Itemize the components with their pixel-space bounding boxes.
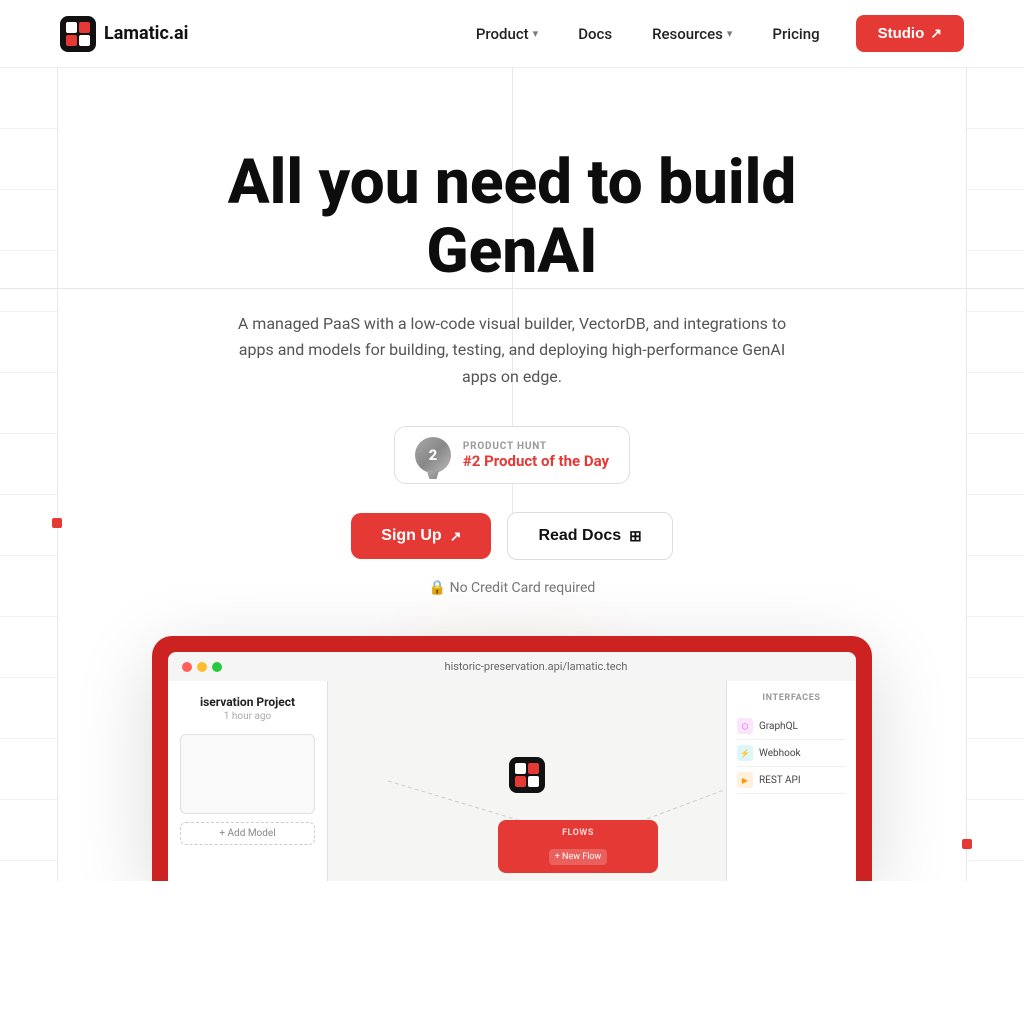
logo-text: Lamatic.ai [104,23,188,44]
app-breadcrumb: historic-preservation.api/lamatic.tech [230,660,842,673]
add-model-button[interactable]: + Add Model [180,822,315,845]
ph-text: PRODUCT HUNT #2 Product of the Day [463,441,609,470]
book-icon: ⊞ [629,527,642,545]
webhook-label: Webhook [759,748,801,759]
studio-button[interactable]: Studio ↗ [856,15,964,52]
project-name: iservation Project [180,695,315,709]
api-icon: ▶ [737,772,753,788]
hero-title: All you need to build GenAI [162,148,862,287]
product-hunt-badge[interactable]: 2 PRODUCT HUNT #2 Product of the Day [394,426,630,484]
api-label: REST API [759,775,801,786]
ph-medal-icon: 2 [415,437,451,473]
red-dot-right [962,839,972,849]
grid-h-line-left [0,288,520,289]
graphql-label: GraphQL [759,721,798,732]
interface-item-3: ▶ REST API [737,767,846,794]
app-topbar: historic-preservation.api/lamatic.tech [168,652,856,681]
ph-eyebrow: PRODUCT HUNT [463,441,547,452]
navbar: Lamatic.ai Product ▾ Docs Resources ▾ Pr… [0,0,1024,68]
no-credit-card-text: 🔒 No Credit Card required [429,580,596,596]
logo-icon [60,16,96,52]
graphql-icon: ⬡ [737,718,753,734]
expand-dot [212,662,222,672]
interfaces-title: INTERFACES [737,693,846,703]
minimize-dot [197,662,207,672]
webhook-icon: ⚡ [737,745,753,761]
hero-subtitle: A managed PaaS with a low-code visual bu… [222,311,802,390]
arrow-icon: ↗ [930,25,942,42]
app-canvas: FLOWS + New Flow [328,681,726,881]
mockup-frame: historic-preservation.api/lamatic.tech i… [152,636,872,881]
nav-links: Product ▾ Docs Resources ▾ Pricing Studi… [460,15,964,52]
signup-button[interactable]: Sign Up ↗ [351,513,491,559]
project-time: 1 hour ago [180,711,315,722]
nav-product[interactable]: Product ▾ [460,17,554,51]
canvas-logo-icon [509,757,545,793]
chevron-down-icon: ▾ [533,27,539,40]
app-mockup: historic-preservation.api/lamatic.tech i… [152,636,872,881]
flows-panel: FLOWS + New Flow [498,820,658,873]
logo[interactable]: Lamatic.ai [60,16,188,52]
nav-docs[interactable]: Docs [562,17,628,51]
grid-h-line-right [504,288,1024,289]
nav-resources[interactable]: Resources ▾ [636,17,748,51]
interface-webhook: ⚡ Webhook [737,740,846,767]
flows-title: FLOWS [510,828,646,838]
interface-graphql: ⬡ GraphQL [737,713,846,740]
app-right-panel: INTERFACES ⬡ GraphQL ⚡ Webhook ▶ REST AP… [726,681,856,881]
nav-pricing[interactable]: Pricing [756,17,835,51]
read-docs-button[interactable]: Read Docs ⊞ [507,512,672,560]
grid-lines-right [966,68,1024,881]
new-flow-button[interactable]: + New Flow [549,849,608,865]
red-dot-left [52,518,62,528]
ph-rank: #2 Product of the Day [463,452,609,470]
chevron-down-icon-2: ▾ [727,27,733,40]
cta-row: Sign Up ↗ Read Docs ⊞ [351,512,672,560]
hero-section: All you need to build GenAI A managed Pa… [0,68,1024,881]
app-body: iservation Project 1 hour ago + Add Mode… [168,681,856,881]
signup-arrow-icon: ↗ [450,528,462,545]
window-dots [182,662,222,672]
grid-lines-left [0,68,58,881]
close-dot [182,662,192,672]
app-sidebar: iservation Project 1 hour ago + Add Mode… [168,681,328,881]
